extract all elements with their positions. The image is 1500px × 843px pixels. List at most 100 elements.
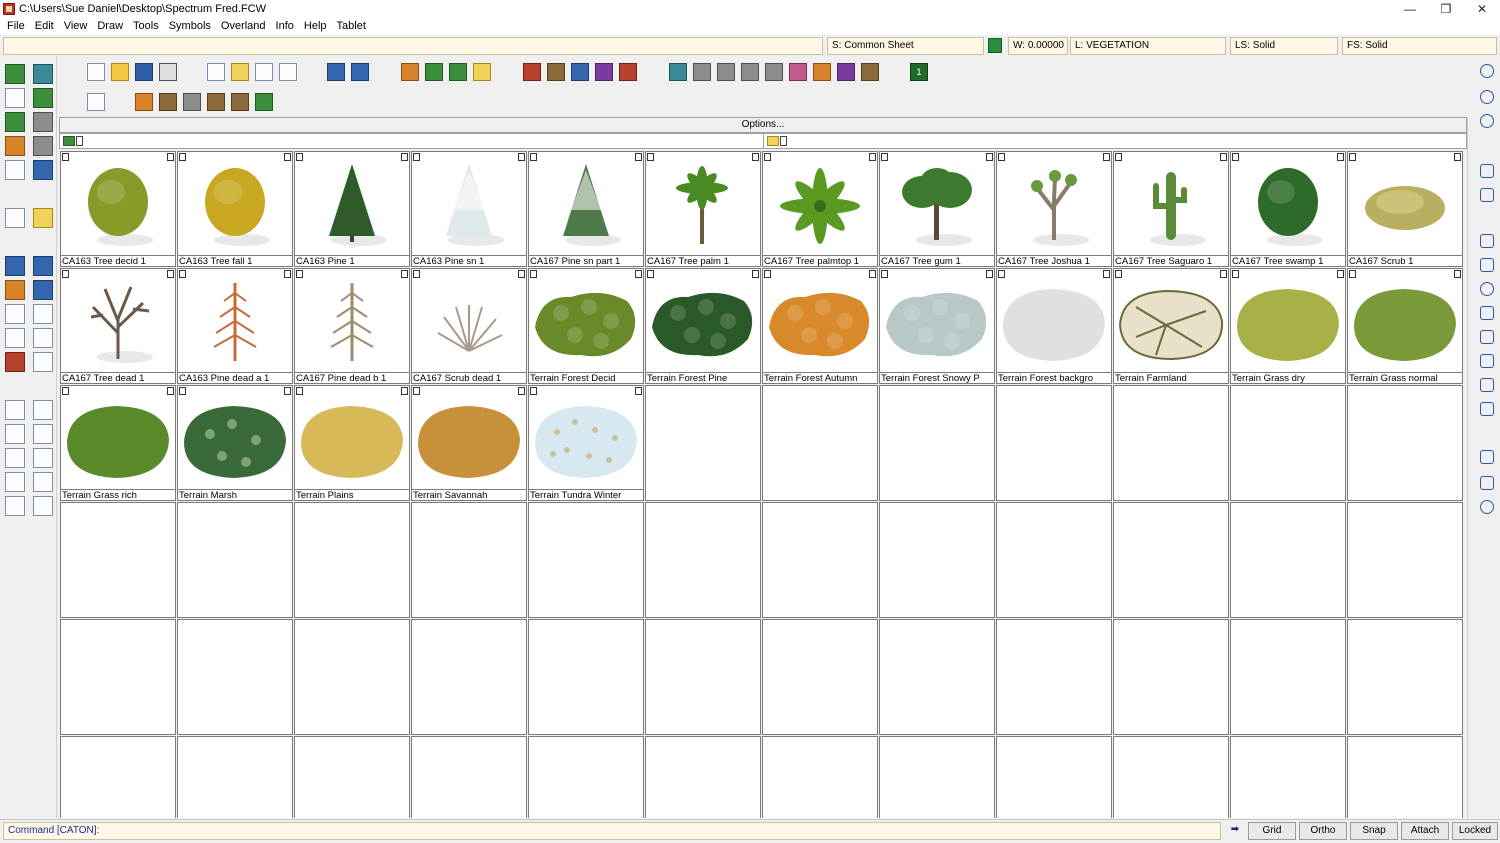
line-style-field[interactable]: LS: Solid (1230, 37, 1338, 55)
intersect-icon[interactable] (33, 496, 53, 516)
empty-symbol-cell[interactable] (879, 619, 995, 735)
polygon-icon[interactable] (1480, 258, 1494, 272)
layers-icon[interactable] (33, 112, 53, 132)
highlighter-icon[interactable] (5, 352, 25, 372)
empty-symbol-cell[interactable] (60, 502, 176, 618)
distribute-icon[interactable] (33, 448, 53, 468)
circle-icon[interactable] (1480, 282, 1494, 296)
print-icon[interactable] (159, 63, 177, 81)
sheet-field[interactable]: S: Common Sheet (827, 37, 984, 55)
empty-symbol-cell[interactable] (1347, 385, 1463, 501)
empty-symbol-cell[interactable] (645, 736, 761, 818)
ortho-toggle[interactable]: Ortho (1299, 822, 1347, 840)
terrain-icon[interactable] (5, 112, 25, 132)
symbol-set-1-icon[interactable] (523, 63, 541, 81)
screen-icon[interactable] (5, 160, 25, 180)
empty-symbol-cell[interactable] (762, 502, 878, 618)
bag-icon[interactable] (231, 93, 249, 111)
new-file-icon[interactable] (87, 63, 105, 81)
symbol-cell[interactable]: Terrain Forest Snowy P (879, 268, 995, 384)
empty-symbol-cell[interactable] (60, 736, 176, 818)
symbol-cell[interactable]: CA163 Pine 1 (294, 151, 410, 267)
symbol-cell[interactable]: Terrain Forest Decid (528, 268, 644, 384)
empty-symbol-cell[interactable] (411, 736, 527, 818)
menu-info[interactable]: Info (271, 20, 299, 32)
snap-circle-icon[interactable] (1480, 500, 1494, 514)
node-icon[interactable] (1480, 354, 1494, 368)
empty-symbol-cell[interactable] (762, 736, 878, 818)
vertical-scrollbar[interactable] (1467, 117, 1474, 818)
empty-symbol-cell[interactable] (294, 736, 410, 818)
save-icon[interactable] (135, 63, 153, 81)
symbol-cell[interactable]: CA167 Tree palm 1 (645, 151, 761, 267)
close-button[interactable]: ✕ (1464, 0, 1500, 17)
rotate-icon[interactable] (5, 328, 25, 348)
catalog-set-7-icon[interactable] (813, 63, 831, 81)
pen-icon[interactable] (33, 256, 53, 276)
symbol-cell[interactable]: Terrain Forest backgro (996, 268, 1112, 384)
symbol-cell[interactable]: CA167 Tree gum 1 (879, 151, 995, 267)
symbol-cell[interactable]: CA163 Pine dead a 1 (177, 268, 293, 384)
symbol-cell[interactable]: Terrain Farmland (1113, 268, 1229, 384)
empty-symbol-cell[interactable] (996, 736, 1112, 818)
symbol-cell[interactable]: Terrain Grass normal (1347, 268, 1463, 384)
catalog-set-8-icon[interactable] (837, 63, 855, 81)
symbol-cell[interactable]: CA167 Tree dead 1 (60, 268, 176, 384)
grid-icon[interactable] (5, 136, 25, 156)
empty-symbol-cell[interactable] (528, 502, 644, 618)
snap-toggle[interactable]: Snap (1350, 822, 1398, 840)
empty-symbol-cell[interactable] (996, 619, 1112, 735)
undo-arrow-icon[interactable] (327, 63, 345, 81)
empty-symbol-cell[interactable] (1113, 385, 1229, 501)
fill-style-field[interactable]: FS: Solid (1342, 37, 1497, 55)
catalog-set-9-icon[interactable] (861, 63, 879, 81)
menu-overland[interactable]: Overland (216, 20, 271, 32)
menu-tablet[interactable]: Tablet (332, 20, 371, 32)
prompt-field[interactable] (3, 37, 823, 55)
symbol-cell[interactable]: Terrain Grass rich (60, 385, 176, 501)
catalog-right-pane[interactable] (764, 134, 1468, 148)
grid-toggle[interactable]: Grid (1248, 822, 1296, 840)
zoom-out-icon[interactable] (1480, 90, 1494, 104)
box-icon[interactable] (5, 472, 25, 492)
text-icon[interactable] (1480, 402, 1494, 416)
symbol-cell[interactable]: Terrain Forest Pine (645, 268, 761, 384)
symbol-set-4-icon[interactable] (595, 63, 613, 81)
symbol-icon[interactable] (1480, 378, 1494, 392)
scale-icon[interactable] (33, 424, 53, 444)
catalog-left-pane[interactable] (60, 134, 764, 148)
redo-arrow-icon[interactable] (351, 63, 369, 81)
symbol-cell[interactable]: CA167 Tree Joshua 1 (996, 151, 1112, 267)
layer-field[interactable]: L: VEGETATION (1070, 37, 1226, 55)
flag-icon[interactable] (135, 93, 153, 111)
menu-edit[interactable]: Edit (30, 20, 59, 32)
empty-symbol-cell[interactable] (762, 385, 878, 501)
curve-icon[interactable] (1480, 330, 1494, 344)
import-icon[interactable] (425, 63, 443, 81)
find-icon[interactable] (5, 208, 25, 228)
tools-icon[interactable] (33, 136, 53, 156)
menu-tools[interactable]: Tools (128, 20, 164, 32)
catalog-set-4-icon[interactable] (741, 63, 759, 81)
view-icon[interactable] (33, 64, 53, 84)
note-icon[interactable] (231, 63, 249, 81)
zoom-window-icon[interactable] (1480, 114, 1494, 128)
command-line[interactable]: Command [CATON]: (3, 822, 1221, 840)
symbol-set-5-icon[interactable] (619, 63, 637, 81)
empty-symbol-cell[interactable] (1347, 502, 1463, 618)
symbol-set-2-icon[interactable] (547, 63, 565, 81)
path-icon[interactable] (1480, 306, 1494, 320)
snap-line-icon[interactable] (1480, 450, 1494, 464)
frame-icon[interactable] (33, 472, 53, 492)
sheet-one-icon[interactable]: 1 (910, 63, 928, 81)
feather-icon[interactable] (207, 93, 225, 111)
empty-symbol-cell[interactable] (1113, 502, 1229, 618)
symbol-cell[interactable]: Terrain Savannah (411, 385, 527, 501)
symbol-cell[interactable]: Terrain Forest Autumn (762, 268, 878, 384)
empty-symbol-cell[interactable] (645, 385, 761, 501)
map-edit-icon[interactable] (33, 88, 53, 108)
menu-view[interactable]: View (59, 20, 93, 32)
menu-draw[interactable]: Draw (92, 20, 128, 32)
empty-symbol-cell[interactable] (294, 502, 410, 618)
empty-symbol-cell[interactable] (996, 502, 1112, 618)
